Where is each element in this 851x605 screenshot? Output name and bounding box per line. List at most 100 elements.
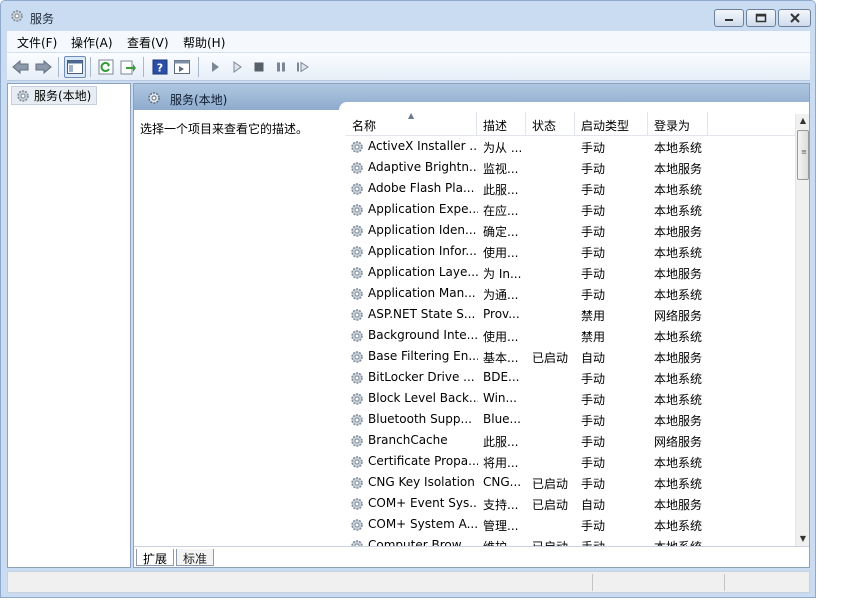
service-description-cell: 此服...	[483, 435, 519, 449]
table-row[interactable]: Adaptive Brightn... 监视... 手动 本地服务	[346, 157, 796, 178]
svg-text:?: ?	[157, 62, 163, 75]
table-row[interactable]: Background Inte... 使用... 禁用 本地系统	[346, 325, 796, 346]
table-row[interactable]: Computer Brow... 维护...已启动手动本地系统	[346, 535, 796, 546]
view-tabs: 扩展 标准	[134, 546, 809, 567]
service-log-on-as: 本地系统	[654, 477, 703, 491]
back-button[interactable]	[10, 56, 32, 78]
service-startup-type: 手动	[581, 435, 606, 449]
service-description-cell: 为 In...	[483, 267, 522, 281]
service-startup-type: 禁用	[581, 309, 606, 323]
table-row[interactable]: COM+ System A... 管理... 手动 本地系统	[346, 514, 796, 535]
tab-extended[interactable]: 扩展	[136, 549, 175, 566]
gear-icon	[351, 477, 363, 489]
stop-service-button[interactable]	[248, 56, 270, 78]
service-description-cell: 监视...	[483, 162, 519, 176]
table-row[interactable]: COM+ Event Sys... 支持... 已启动 自动 本地服务	[346, 493, 796, 514]
table-row[interactable]: BitLocker Drive ... BDE... 手动 本地系统	[346, 367, 796, 388]
tab-standard[interactable]: 标准	[176, 549, 215, 566]
service-log-on-as: 本地服务	[654, 498, 703, 512]
status-bar	[7, 571, 810, 593]
table-row[interactable]: ASP.NET State S... Prov... 禁用 网络服务	[346, 304, 796, 325]
menu-action[interactable]: 操作(A)	[71, 34, 113, 51]
table-row[interactable]: Certificate Propa... 将用... 手动 本地系统	[346, 451, 796, 472]
export-list-button[interactable]	[117, 56, 139, 78]
service-startup-type: 手动	[581, 456, 606, 470]
scrollbar-thumb[interactable]: ≡	[797, 130, 809, 180]
title-bar[interactable]: 服务	[1, 1, 815, 31]
column-header-label: 描述	[483, 119, 508, 133]
scroll-down-arrow-icon[interactable]: ▼	[796, 532, 809, 546]
service-startup-type: 手动	[581, 372, 606, 386]
menu-help[interactable]: 帮助(H)	[183, 34, 225, 51]
close-button[interactable]	[778, 9, 811, 27]
properties-button[interactable]	[171, 56, 193, 78]
rows-container: ActiveX Installer ... 为从 ... 手动 本地系统 Adaptiv…	[346, 136, 796, 546]
service-description-cell: Win...	[483, 391, 517, 405]
tree-item-label: 服务(本地)	[34, 89, 92, 103]
table-row[interactable]: Application Man... 为通... 手动 本地系统	[346, 283, 796, 304]
refresh-button[interactable]	[95, 56, 117, 78]
table-row[interactable]: ActiveX Installer ... 为从 ... 手动 本地系统	[346, 136, 796, 157]
service-name: Application Infor...	[368, 244, 477, 258]
table-row[interactable]: Adobe Flash Pla... 此服... 手动 本地系统	[346, 178, 796, 199]
export-icon	[120, 60, 136, 75]
service-name: Block Level Back...	[368, 391, 478, 405]
service-description-cell: 确定...	[483, 225, 519, 239]
table-row[interactable]: Block Level Back... Win... 手动 本地系统	[346, 388, 796, 409]
help-icon: ?	[152, 59, 168, 75]
service-startup-type: 自动	[581, 351, 606, 365]
column-header-description[interactable]: 描述	[477, 112, 526, 136]
vertical-scrollbar[interactable]: ▲ ≡ ▼	[795, 114, 809, 546]
service-name: Application Man...	[368, 286, 476, 300]
service-name: CNG Key Isolation	[368, 475, 475, 489]
toolbar-separator	[198, 57, 199, 77]
tree-item-services-local[interactable]: 服务(本地)	[11, 86, 97, 105]
service-startup-type: 手动	[581, 414, 606, 428]
restart-icon	[297, 61, 309, 73]
column-header-name[interactable]: 名称 ▲	[346, 112, 477, 136]
service-startup-type: 手动	[581, 141, 606, 155]
pause-service-button[interactable]	[270, 56, 292, 78]
gear-icon	[351, 309, 363, 321]
service-log-on-as: 本地系统	[654, 141, 703, 155]
gear-icon	[351, 288, 363, 300]
table-row[interactable]: Application Expe... 在应... 手动 本地系统	[346, 199, 796, 220]
gear-icon	[351, 246, 363, 258]
play-icon	[212, 62, 219, 72]
table-row[interactable]: CNG Key Isolation CNG... 已启动 手动 本地系统	[346, 472, 796, 493]
minimize-button[interactable]	[714, 9, 744, 27]
start-service-button[interactable]	[204, 56, 226, 78]
menu-file[interactable]: 文件(F)	[17, 34, 57, 51]
menu-view[interactable]: 查看(V)	[127, 34, 169, 51]
show-hide-console-tree-button[interactable]	[64, 56, 86, 78]
table-row[interactable]: Bluetooth Supp... Blue... 手动 本地服务	[346, 409, 796, 430]
column-header-status[interactable]: 状态	[526, 112, 575, 136]
scroll-up-arrow-icon[interactable]: ▲	[796, 114, 809, 128]
toolbar: ?	[7, 53, 810, 81]
gear-icon	[351, 435, 363, 447]
restart-service-button[interactable]	[292, 56, 314, 78]
service-startup-type: 自动	[581, 498, 606, 512]
maximize-button[interactable]	[746, 9, 776, 27]
service-description-cell: 为通...	[483, 288, 519, 302]
service-name: Base Filtering En...	[368, 349, 478, 363]
table-row[interactable]: BranchCache 此服... 手动 网络服务	[346, 430, 796, 451]
gear-icon	[351, 498, 363, 510]
table-row[interactable]: Application Infor... 使用... 手动 本地系统	[346, 241, 796, 262]
service-log-on-as: 本地服务	[654, 225, 703, 239]
gear-icon	[351, 540, 363, 546]
help-button[interactable]: ?	[149, 56, 171, 78]
table-row[interactable]: Application Iden... 确定... 手动 本地服务	[346, 220, 796, 241]
column-header-log-on-as[interactable]: 登录为	[648, 112, 708, 136]
column-header-startup-type[interactable]: 启动类型	[575, 112, 648, 136]
start-service-alt-button[interactable]	[226, 56, 248, 78]
service-log-on-as: 本地系统	[654, 288, 703, 302]
column-header-label: 状态	[532, 119, 557, 133]
column-header-label: 登录为	[654, 119, 691, 133]
forward-button[interactable]	[32, 56, 54, 78]
table-row[interactable]: Application Laye... 为 In... 手动 本地服务	[346, 262, 796, 283]
gear-icon	[351, 225, 363, 237]
service-log-on-as: 本地服务	[654, 414, 703, 428]
service-description-cell: 将用...	[483, 456, 519, 470]
table-row[interactable]: Base Filtering En... 基本... 已启动 自动 本地服务	[346, 346, 796, 367]
